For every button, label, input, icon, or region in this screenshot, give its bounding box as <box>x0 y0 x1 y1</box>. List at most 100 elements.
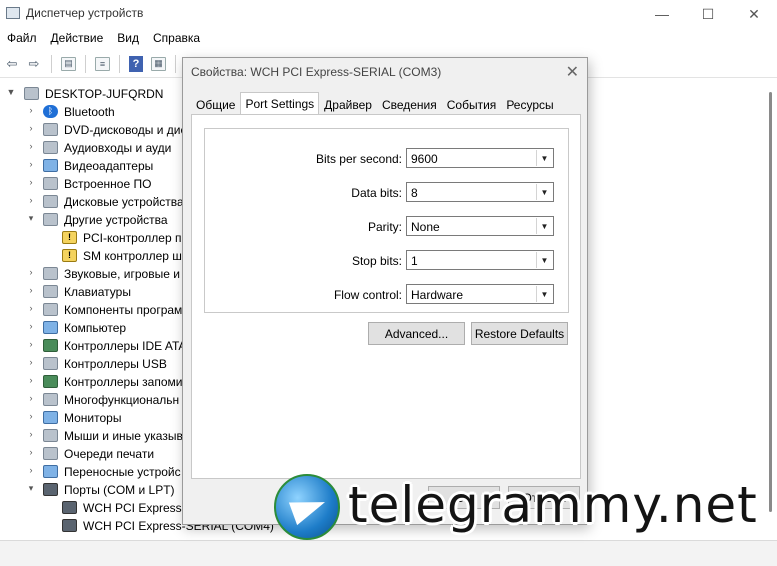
chevron-down-icon[interactable]: ▼ <box>536 286 552 302</box>
tree-item[interactable]: › Дисковые устройства <box>0 193 190 211</box>
parity-select[interactable]: None ▼ <box>406 216 554 236</box>
chevron-right-icon[interactable]: › <box>26 177 36 187</box>
bits-per-second-select[interactable]: 9600 ▼ <box>406 148 554 168</box>
tree-item[interactable]: ! SM контроллер ш <box>0 247 190 265</box>
vertical-scrollbar[interactable] <box>765 78 777 540</box>
mouse-icon <box>43 429 58 442</box>
toolbar-separator <box>119 54 120 73</box>
maximize-button[interactable]: ☐ <box>685 0 731 28</box>
chevron-right-icon[interactable]: › <box>26 195 36 205</box>
usb-icon <box>43 357 58 370</box>
tree-item-label: Переносные устройс <box>64 465 181 479</box>
tab-events[interactable]: События <box>442 94 502 114</box>
tab-driver[interactable]: Драйвер <box>319 94 377 114</box>
chevron-down-icon[interactable]: ▾ <box>26 213 36 224</box>
dialog-close-button[interactable]: ✕ <box>566 62 579 82</box>
chevron-right-icon[interactable]: › <box>26 447 36 457</box>
tab-port-settings[interactable]: Port Settings <box>240 92 320 114</box>
chevron-right-icon[interactable]: › <box>26 105 36 115</box>
tree-item[interactable]: › Аудиовходы и ауди <box>0 139 190 157</box>
tree-item[interactable]: › Контроллеры IDE ATA <box>0 337 190 355</box>
restore-defaults-button[interactable]: Restore Defaults <box>471 322 568 345</box>
chevron-down-icon[interactable]: ▼ <box>536 150 552 166</box>
tree-item[interactable]: › Мыши и иные указыв <box>0 427 190 445</box>
flow-control-select[interactable]: Hardware ▼ <box>406 284 554 304</box>
chevron-right-icon[interactable]: › <box>26 375 36 385</box>
tab-general[interactable]: Общие <box>191 94 240 114</box>
tree-item-label: Звуковые, игровые и <box>64 267 180 281</box>
chevron-right-icon[interactable]: › <box>26 465 36 475</box>
tree-item[interactable]: › Компоненты програм <box>0 301 190 319</box>
stop-bits-select[interactable]: 1 ▼ <box>406 250 554 270</box>
menu-action[interactable]: Действие <box>44 28 111 50</box>
tree-item[interactable]: › Клавиатуры <box>0 283 190 301</box>
chevron-down-icon[interactable]: ▼ <box>536 218 552 234</box>
chevron-right-icon[interactable]: › <box>26 393 36 403</box>
driver-icon[interactable]: ≡ <box>95 56 110 71</box>
tree-item[interactable]: › DVD-дисководы и дис <box>0 121 190 139</box>
tree-item[interactable]: WCH PCI Express-SERIAL (COM4) <box>0 517 274 535</box>
tree-item[interactable]: › Компьютер <box>0 319 190 337</box>
tree-item[interactable]: WCH PCI Express-SERIAL (COM3) <box>0 499 274 517</box>
close-button[interactable]: ✕ <box>731 0 777 28</box>
tree-item-label: Контроллеры запомин <box>64 375 190 389</box>
dvd-icon <box>43 123 58 136</box>
sound-icon <box>43 267 58 280</box>
chevron-right-icon[interactable]: › <box>26 357 36 367</box>
tree-item[interactable]: › Многофункциональн <box>0 391 190 409</box>
chevron-right-icon[interactable]: › <box>26 303 36 313</box>
menu-help[interactable]: Справка <box>146 28 207 50</box>
menu-view[interactable]: Вид <box>110 28 146 50</box>
chevron-right-icon[interactable]: › <box>26 267 36 277</box>
tab-details[interactable]: Сведения <box>377 94 442 114</box>
view-icon[interactable]: ▦ <box>151 56 166 71</box>
bluetooth-icon: ᛒ <box>43 105 58 118</box>
tree-item[interactable]: › Видеоадаптеры <box>0 157 190 175</box>
menu-file[interactable]: Файл <box>0 28 44 50</box>
tree-item[interactable]: › Контроллеры запомин <box>0 373 190 391</box>
select-value: None <box>411 220 440 234</box>
tree-item-label: Дисковые устройства <box>64 195 184 209</box>
chevron-down-icon[interactable]: ▾ <box>26 483 36 494</box>
tree-root[interactable]: ▼ DESKTOP-JUFQRDN <box>0 85 190 103</box>
help-icon[interactable]: ? <box>129 55 143 72</box>
chevron-right-icon[interactable]: › <box>26 141 36 151</box>
tree-item[interactable]: ▾ Порты (COM и LPT) <box>0 481 190 499</box>
chevron-right-icon[interactable]: › <box>26 429 36 439</box>
chevron-right-icon[interactable]: › <box>26 285 36 295</box>
dialog-title: Свойства: WCH PCI Express-SERIAL (COM3) <box>191 65 442 79</box>
forward-arrow-icon[interactable]: ⇨ <box>24 54 44 74</box>
tree-item[interactable]: › Мониторы <box>0 409 190 427</box>
computer-icon <box>24 87 39 100</box>
tree-item[interactable]: › ᛒ Bluetooth <box>0 103 190 121</box>
tree-item[interactable]: › Очереди печати <box>0 445 190 463</box>
monitor-icon <box>43 411 58 424</box>
chevron-right-icon[interactable]: › <box>26 123 36 133</box>
scrollbar-thumb[interactable] <box>769 92 772 512</box>
properties-icon[interactable]: ▤ <box>61 56 76 71</box>
chevron-right-icon[interactable]: › <box>26 321 36 331</box>
display-adapter-icon <box>43 159 58 172</box>
chevron-down-icon[interactable]: ▼ <box>536 252 552 268</box>
chevron-right-icon[interactable]: › <box>26 159 36 169</box>
tree-item-label: Bluetooth <box>64 105 115 119</box>
tab-resources[interactable]: Ресурсы <box>501 94 558 114</box>
tree-item[interactable]: › Встроенное ПО <box>0 175 190 193</box>
tree-item[interactable]: ▾ Другие устройства <box>0 211 190 229</box>
data-bits-select[interactable]: 8 ▼ <box>406 182 554 202</box>
chevron-down-icon[interactable]: ▼ <box>536 184 552 200</box>
chevron-down-icon[interactable]: ▼ <box>6 87 16 97</box>
tree-item[interactable]: › Контроллеры USB <box>0 355 190 373</box>
advanced-button[interactable]: Advanced... <box>368 322 465 345</box>
tree-item[interactable]: ! PCI-контроллер п <box>0 229 190 247</box>
tree-item[interactable]: › Переносные устройс <box>0 463 190 481</box>
tree-item[interactable]: › Звуковые, игровые и <box>0 265 190 283</box>
chevron-right-icon[interactable]: › <box>26 339 36 349</box>
port-device-icon <box>62 519 77 532</box>
minimize-button[interactable]: — <box>639 0 685 28</box>
data-bits-field: Data bits: 8 ▼ <box>205 182 570 204</box>
back-arrow-icon[interactable]: ⇦ <box>2 54 22 74</box>
chevron-right-icon[interactable]: › <box>26 411 36 421</box>
other-devices-icon <box>43 213 58 226</box>
tree-item-label: Другие устройства <box>64 213 168 227</box>
